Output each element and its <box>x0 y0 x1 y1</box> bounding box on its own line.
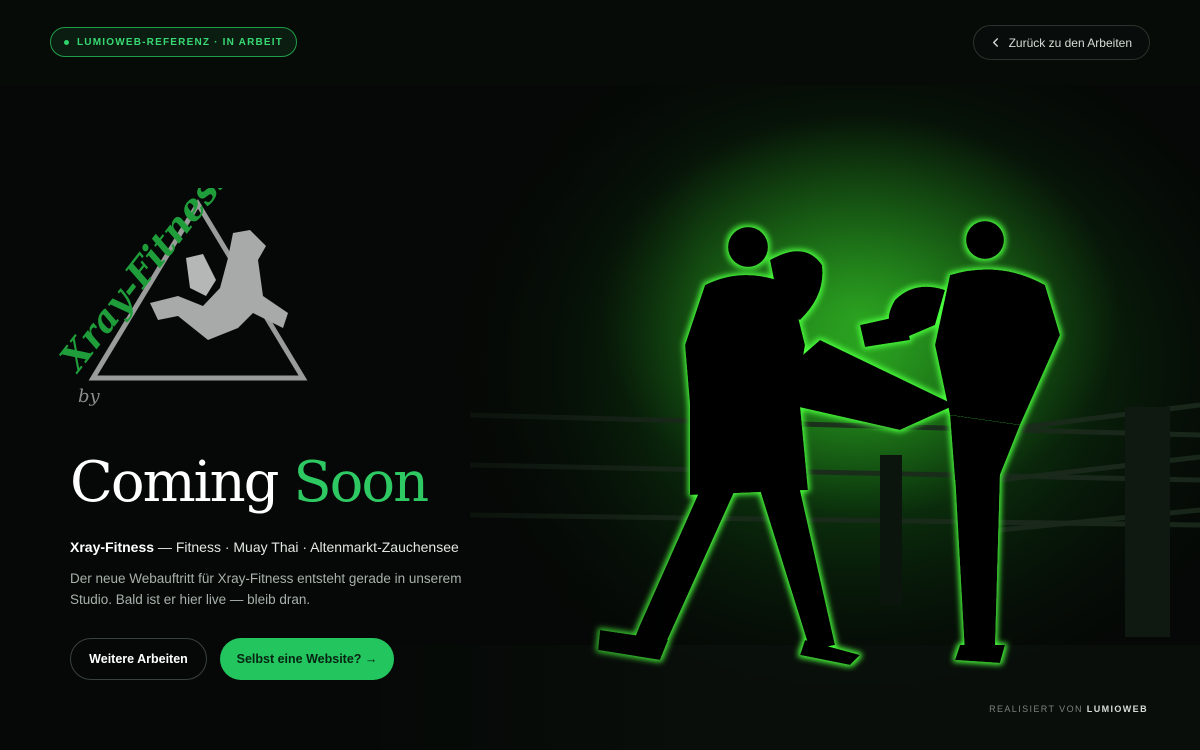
badge-label: LUMIOWEB-REFERENZ · IN ARBEIT <box>77 36 284 48</box>
top-bar: LUMIOWEB-REFERENZ · IN ARBEIT Zurück zu … <box>0 0 1200 85</box>
headline: Coming Soon <box>70 455 429 511</box>
subtitle-brand: Xray-Fitness <box>70 539 155 555</box>
get-website-button[interactable]: Selbst eine Website? → <box>220 638 394 680</box>
subtitle-rest: — Fitness · Muay Thai · Altenmarkt-Zauch… <box>154 539 459 555</box>
headline-green: Soon <box>293 450 429 515</box>
footer-brand[interactable]: LUMIOWEB <box>1087 704 1148 714</box>
reference-status-badge: LUMIOWEB-REFERENZ · IN ARBEIT <box>50 27 298 57</box>
back-button-label: Zurück zu den Arbeiten <box>1008 35 1132 50</box>
footer-credit: REALISIERT VON LUMIOWEB <box>989 704 1148 714</box>
status-dot-icon <box>64 39 69 45</box>
hero-description: Der neue Webauftritt für Xray-Fitness en… <box>70 571 462 607</box>
headline-white: Coming <box>70 450 279 515</box>
logo-tagline: by <box>78 386 101 407</box>
chevron-left-icon <box>992 38 998 47</box>
more-works-button[interactable]: Weitere Arbeiten <box>70 638 207 680</box>
back-to-works-button[interactable]: Zurück zu den Arbeiten <box>972 25 1150 60</box>
hero-subtitle: Xray-Fitness — Fitness · Muay Thai · Alt… <box>70 539 459 555</box>
footer-prefix: REALISIERT VON <box>989 704 1087 714</box>
xray-fitness-logo: Xray-Fitness by <box>58 188 308 407</box>
